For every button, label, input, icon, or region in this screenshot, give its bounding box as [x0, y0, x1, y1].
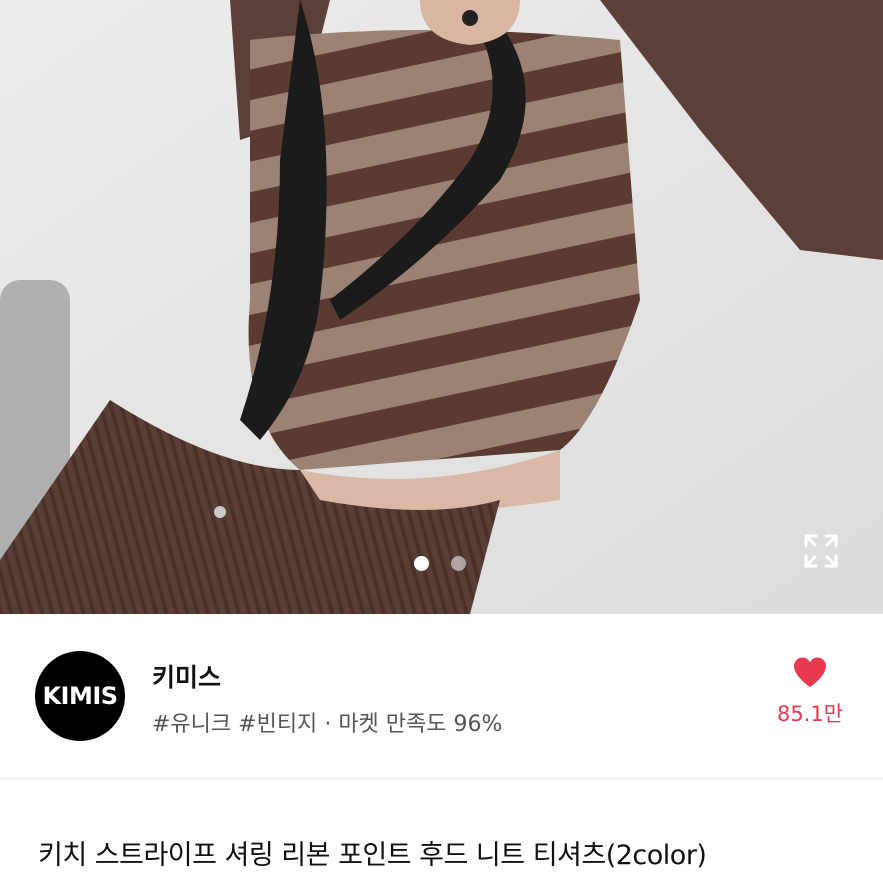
- shop-tags[interactable]: #유니크 #빈티지: [152, 712, 317, 737]
- shop-logo[interactable]: KIMIS: [35, 651, 125, 741]
- carousel-dot-2[interactable]: [451, 556, 466, 571]
- product-title: 키치 스트라이프 셔링 리본 포인트 후드 니트 티셔츠(2color): [38, 840, 707, 871]
- shop-name[interactable]: 키미스: [152, 658, 221, 694]
- product-photo: [0, 0, 883, 614]
- expand-image-button[interactable]: [800, 530, 842, 572]
- like-button[interactable]: 85.1만: [764, 656, 856, 728]
- heart-icon: [794, 657, 826, 687]
- shop-info-section: [0, 614, 883, 779]
- carousel-dot-1[interactable]: [414, 556, 429, 571]
- carousel-indicator: [414, 556, 466, 571]
- shop-satisfaction: 마켓 만족도 96%: [338, 712, 503, 737]
- like-count: 85.1만: [776, 702, 844, 726]
- meta-separator: ·: [324, 712, 332, 737]
- product-image-carousel[interactable]: [0, 0, 883, 614]
- shop-meta: #유니크 #빈티지 · 마켓 만족도 96%: [152, 706, 502, 738]
- expand-icon: [804, 534, 838, 568]
- shop-logo-text: KIMIS: [42, 682, 118, 710]
